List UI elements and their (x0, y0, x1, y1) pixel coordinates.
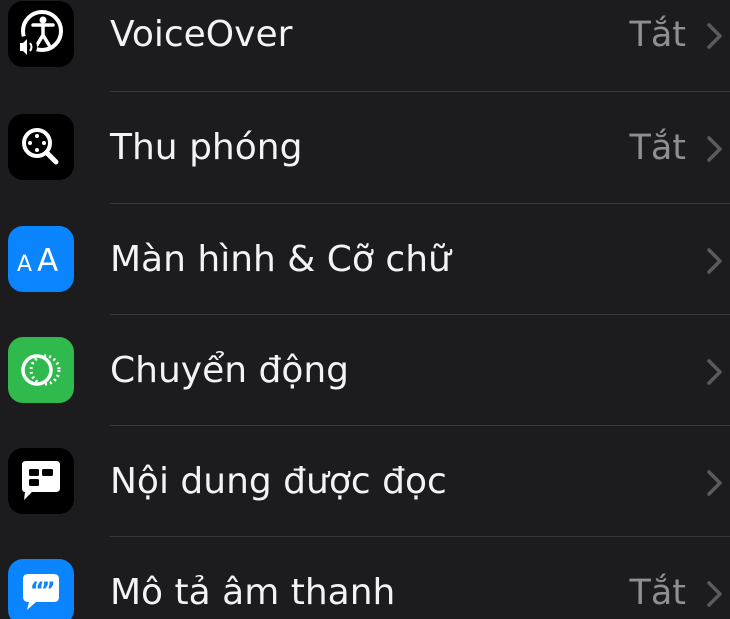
chevron-right-icon (704, 579, 726, 609)
audio-descriptions-row[interactable]: “ ” Mô tả âm thanh Tắt (0, 537, 730, 619)
chevron-right-icon (704, 21, 726, 51)
chevron-right-icon (704, 134, 726, 164)
svg-text:A: A (17, 252, 32, 277)
zoom-row[interactable]: Thu phóng Tắt (0, 92, 730, 203)
motion-label: Chuyển động (110, 350, 350, 391)
chevron-right-icon (704, 246, 726, 276)
text-size-icon: A A (8, 226, 74, 292)
display-text-size-row[interactable]: A A Màn hình & Cỡ chữ (0, 204, 730, 315)
spoken-content-label: Nội dung được đọc (110, 461, 447, 502)
spoken-content-row[interactable]: Nội dung được đọc (0, 426, 730, 537)
display-text-size-label: Màn hình & Cỡ chữ (110, 239, 451, 280)
motion-row[interactable]: Chuyển động (0, 315, 730, 426)
zoom-value: Tắt (629, 128, 686, 168)
svg-text:”: ” (41, 579, 55, 604)
motion-icon (8, 337, 74, 403)
zoom-label: Thu phóng (110, 127, 303, 168)
zoom-icon (8, 114, 74, 180)
voiceover-label: VoiceOver (110, 14, 293, 55)
chevron-right-icon (704, 468, 726, 498)
svg-text:A: A (37, 243, 58, 279)
audio-descriptions-value: Tắt (629, 573, 686, 613)
accessibility-settings-list: VoiceOver Tắt Thu phóng Tắt A A Màn hình… (0, 0, 730, 619)
voiceover-value: Tắt (629, 15, 686, 55)
voiceover-icon (8, 1, 74, 67)
voiceover-row[interactable]: VoiceOver Tắt (0, 0, 730, 90)
spoken-content-icon (8, 448, 74, 514)
audio-descriptions-label: Mô tả âm thanh (110, 572, 396, 613)
audio-descriptions-icon: “ ” (8, 559, 74, 619)
chevron-right-icon (704, 357, 726, 387)
